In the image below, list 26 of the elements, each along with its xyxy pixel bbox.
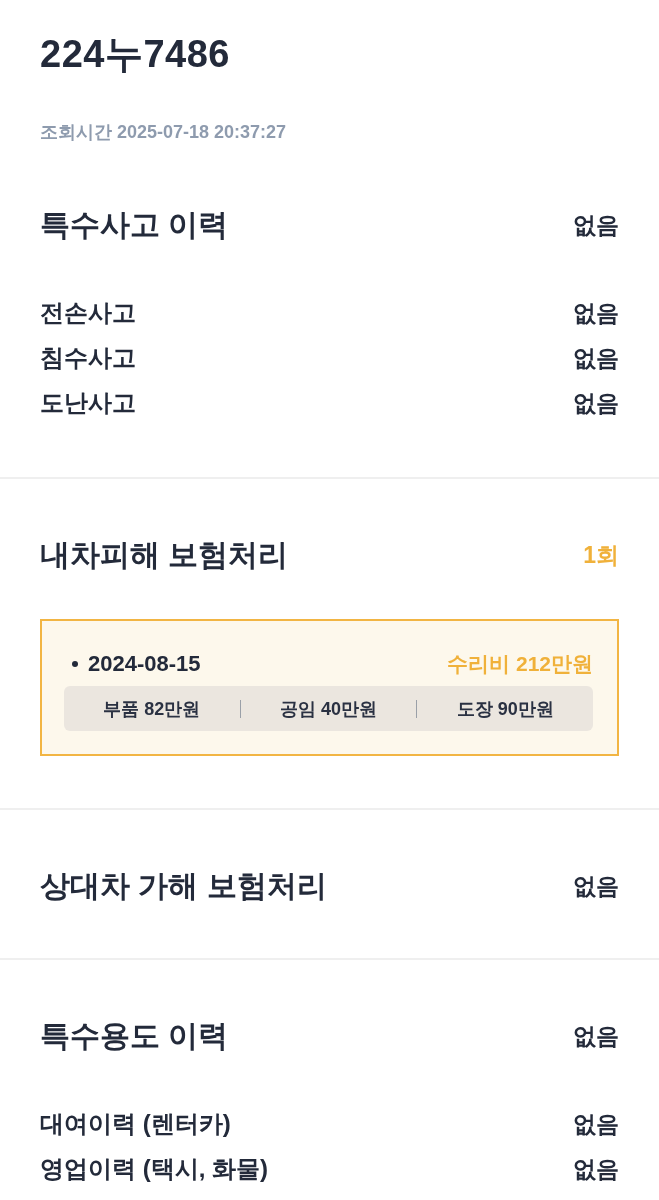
history-value: 없음	[573, 343, 619, 373]
section-status: 없음	[573, 1022, 619, 1051]
bullet-icon	[72, 661, 78, 667]
history-value: 없음	[573, 388, 619, 418]
cost-item: 공임 40만원	[279, 697, 378, 721]
plate-number: 224누7486	[40, 32, 231, 77]
section-status: 1회	[583, 541, 619, 570]
history-value: 없음	[573, 1154, 619, 1184]
history-label: 영업이력 (택시, 화물)	[40, 1153, 268, 1184]
history-value: 없음	[573, 298, 619, 328]
history-label: 전손사고	[40, 297, 136, 328]
repair-cost: 수리비 212만원	[447, 651, 593, 677]
section-status: 없음	[573, 211, 619, 240]
cost-item: 부품 82만원	[102, 697, 202, 721]
history-label: 대여이력 (렌터카)	[40, 1108, 231, 1139]
history-label: 침수사고	[40, 342, 136, 373]
section-title: 특수용도 이력	[40, 1018, 229, 1054]
section-status: 없음	[573, 872, 619, 901]
lookup-time: 조회시간 2025-07-18 20:37:27	[40, 121, 288, 144]
history-value: 없음	[573, 1109, 619, 1139]
cost-item: 도장 90만원	[455, 697, 555, 721]
section-title: 상대차 가해 보험처리	[40, 868, 327, 904]
history-label: 도난사고	[40, 387, 136, 418]
section-title: 특수사고 이력	[40, 207, 229, 243]
section-title: 내차피해 보험처리	[40, 537, 289, 573]
claim-date: 2024-08-15	[88, 650, 201, 678]
